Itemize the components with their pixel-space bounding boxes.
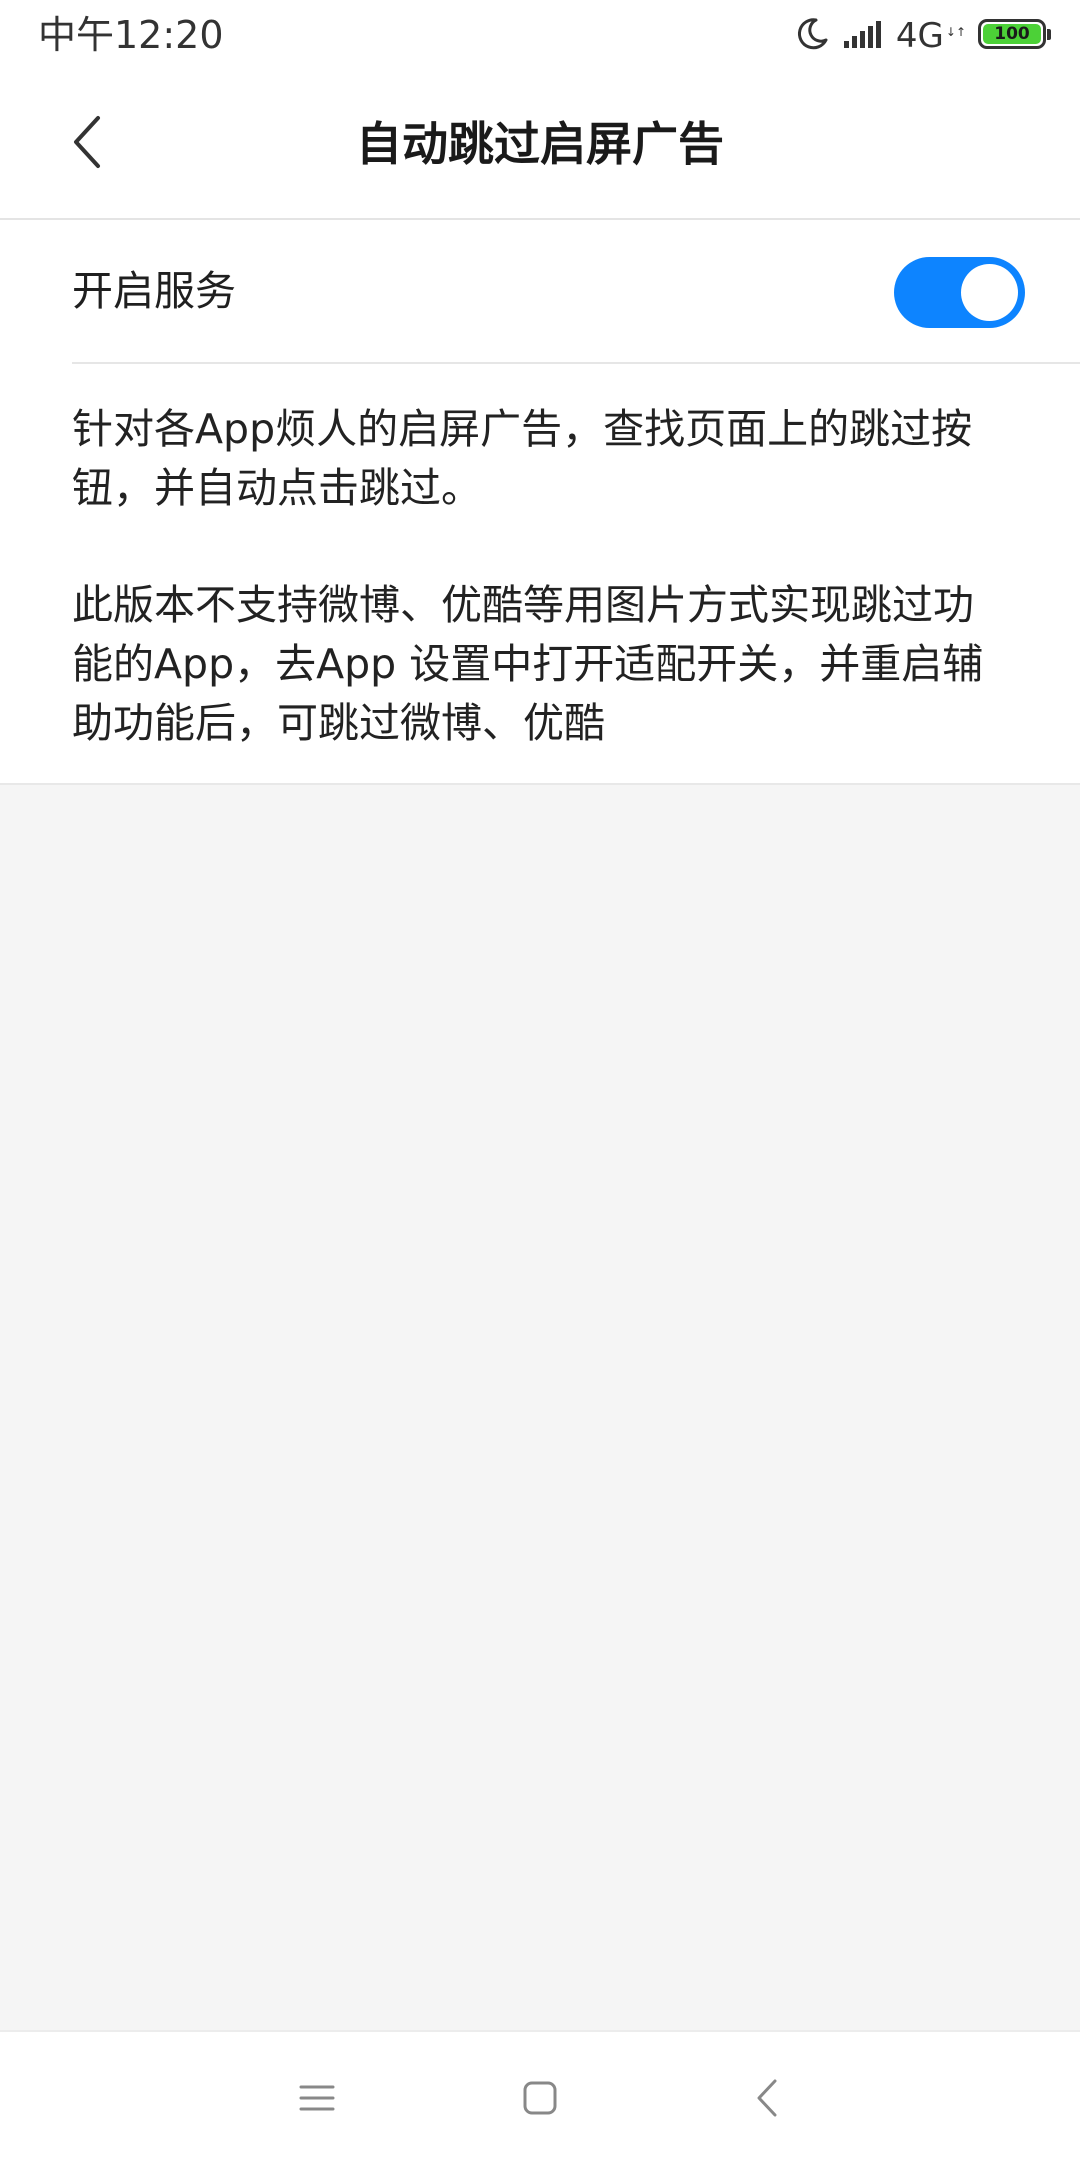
- settings-card: 开启服务 针对各App烦人的启屏广告，查找页面上的跳过按钮，并自动点击跳过。 此…: [0, 220, 1080, 785]
- description-paragraph-2: 此版本不支持微博、优酷等用图片方式实现跳过功能的App，去App 设置中打开适配…: [72, 581, 984, 747]
- battery-icon: 100: [978, 19, 1051, 49]
- nav-home-button[interactable]: [504, 2062, 576, 2134]
- divider: [72, 362, 1080, 364]
- network-indicator: 4G ↓↑: [896, 12, 966, 56]
- battery-level: 100: [983, 24, 1041, 44]
- back-icon: [757, 2079, 777, 2117]
- service-toggle[interactable]: [894, 257, 1025, 328]
- home-icon: [523, 2081, 557, 2115]
- header: 自动跳过启屏广告: [0, 70, 1080, 220]
- screen: 中午12:20 4G ↓↑ 100 自动跳过启屏广告 开启服务 针对各App烦人…: [0, 0, 1080, 2160]
- service-row[interactable]: 开启服务: [0, 220, 1080, 363]
- nav-menu-button[interactable]: [281, 2062, 353, 2134]
- page-title: 自动跳过启屏广告: [356, 117, 724, 171]
- moon-icon: [797, 18, 828, 50]
- service-label: 开启服务: [72, 267, 236, 315]
- navigation-bar: [0, 2030, 1080, 2160]
- status-time: 中午12:20: [38, 13, 224, 57]
- menu-icon: [299, 2085, 335, 2111]
- description-paragraph-1: 针对各App烦人的启屏广告，查找页面上的跳过按钮，并自动点击跳过。: [72, 405, 973, 512]
- nav-back-button[interactable]: [731, 2062, 803, 2134]
- network-type: 4G: [895, 16, 944, 56]
- toggle-knob: [961, 264, 1018, 321]
- network-activity: ↓↑: [945, 25, 966, 39]
- status-icons: 4G ↓↑ 100: [794, 12, 1051, 56]
- signal-icon: [843, 21, 881, 48]
- battery-cap: [1047, 29, 1051, 40]
- status-bar: 中午12:20 4G ↓↑ 100: [0, 0, 1080, 70]
